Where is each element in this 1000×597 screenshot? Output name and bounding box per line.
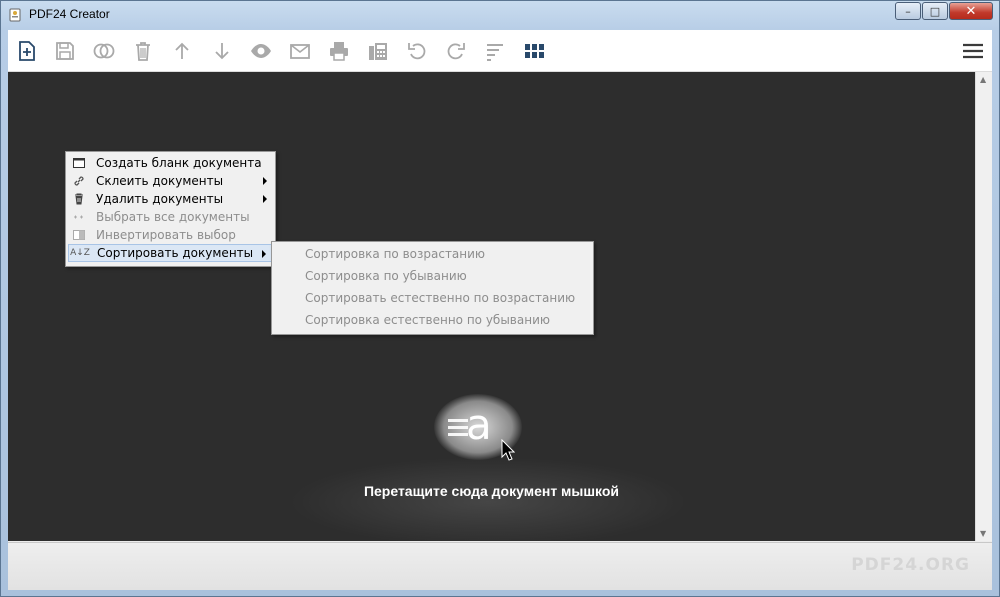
submenu-arrow-icon (263, 177, 267, 185)
drop-glow (288, 457, 688, 541)
arrow-down-icon (215, 43, 229, 60)
menu-item-sort-documents[interactable]: A↓Z Сортировать документы (68, 244, 273, 262)
pdf24-app-icon (9, 8, 21, 22)
blank-page-icon (68, 158, 90, 168)
main-menu-button[interactable] (961, 39, 985, 63)
hamburger-icon (963, 43, 983, 59)
pdf24-brand-text: PDF24.ORG (851, 555, 970, 575)
submenu-item-natural-descending[interactable]: Сортировка естественно по убыванию (305, 313, 550, 327)
sort-submenu: Сортировка по возрастанию Сортировка по … (271, 241, 594, 335)
context-menu: Создать бланк документа Склеить документ… (65, 151, 276, 267)
rotate-right-button[interactable] (444, 39, 468, 63)
az-sort-icon: A↓Z (70, 248, 90, 258)
save-button[interactable] (53, 39, 77, 63)
scroll-down-icon[interactable]: ▼ (980, 529, 986, 538)
document-drop-area[interactable]: a Перетащите сюда документ мышкой Создат… (8, 72, 975, 541)
scroll-up-icon[interactable]: ▲ (980, 75, 986, 84)
preview-button[interactable] (249, 39, 273, 63)
printer-icon (330, 42, 348, 61)
close-button[interactable]: ✕ (949, 2, 993, 20)
client-area: a Перетащите сюда документ мышкой Создат… (8, 30, 992, 590)
new-document-button[interactable] (15, 39, 39, 63)
link-icon (68, 175, 90, 187)
move-down-button[interactable] (210, 39, 234, 63)
arrow-up-icon (175, 42, 189, 59)
vertical-scrollbar[interactable]: ▲ ▼ (975, 72, 992, 541)
file-plus-icon (19, 41, 35, 61)
maximize-button[interactable]: □ (922, 2, 948, 20)
circles-icon (93, 43, 115, 59)
fax-icon (369, 43, 387, 60)
email-button[interactable] (288, 39, 312, 63)
sort-button[interactable] (483, 39, 507, 63)
toolbar (8, 30, 992, 72)
minimize-button[interactable]: – (895, 2, 921, 20)
move-up-button[interactable] (170, 39, 194, 63)
window-title: PDF24 Creator (29, 7, 110, 21)
logo-letter-icon: a (466, 400, 492, 449)
menu-item-delete-documents[interactable]: Удалить документы (68, 190, 273, 208)
rotate-left-icon (408, 43, 426, 60)
sort-lines-icon (487, 44, 503, 61)
status-bar: PDF24.ORG (8, 542, 992, 590)
submenu-item-natural-ascending[interactable]: Сортировать естественно по возрастанию (305, 291, 575, 305)
mail-icon (290, 44, 310, 59)
select-all-icon (68, 213, 90, 221)
eye-icon (251, 44, 271, 58)
delete-button[interactable] (131, 39, 155, 63)
trash-icon (136, 42, 150, 61)
menu-item-create-blank[interactable]: Создать бланк документа (68, 154, 273, 172)
grid-icon (525, 44, 544, 58)
trash-icon (68, 193, 90, 205)
mouse-cursor-icon (501, 439, 515, 461)
invert-icon (68, 230, 90, 240)
submenu-arrow-icon (262, 250, 266, 258)
title-bar[interactable]: PDF24 Creator – □ ✕ (1, 1, 999, 29)
floppy-icon (56, 42, 74, 60)
grid-view-button[interactable] (522, 39, 546, 63)
print-button[interactable] (327, 39, 351, 63)
menu-item-select-all[interactable]: Выбрать все документы (68, 208, 273, 226)
fax-button[interactable] (366, 39, 390, 63)
menu-item-invert-selection[interactable]: Инвертировать выбор (68, 226, 273, 244)
submenu-item-sort-ascending[interactable]: Сортировка по возрастанию (305, 247, 485, 261)
window-controls: – □ ✕ (894, 2, 993, 21)
rotate-right-icon (447, 43, 465, 60)
drop-hint-text: Перетащите сюда документ мышкой (363, 483, 620, 499)
submenu-arrow-icon (263, 195, 267, 203)
speed-lines-icon (448, 419, 468, 440)
menu-item-merge-documents[interactable]: Склеить документы (68, 172, 273, 190)
rotate-left-button[interactable] (405, 39, 429, 63)
merge-button[interactable] (92, 39, 116, 63)
app-window: PDF24 Creator – □ ✕ a Перетащите сюда до… (0, 0, 1000, 597)
submenu-item-sort-descending[interactable]: Сортировка по убыванию (305, 269, 467, 283)
